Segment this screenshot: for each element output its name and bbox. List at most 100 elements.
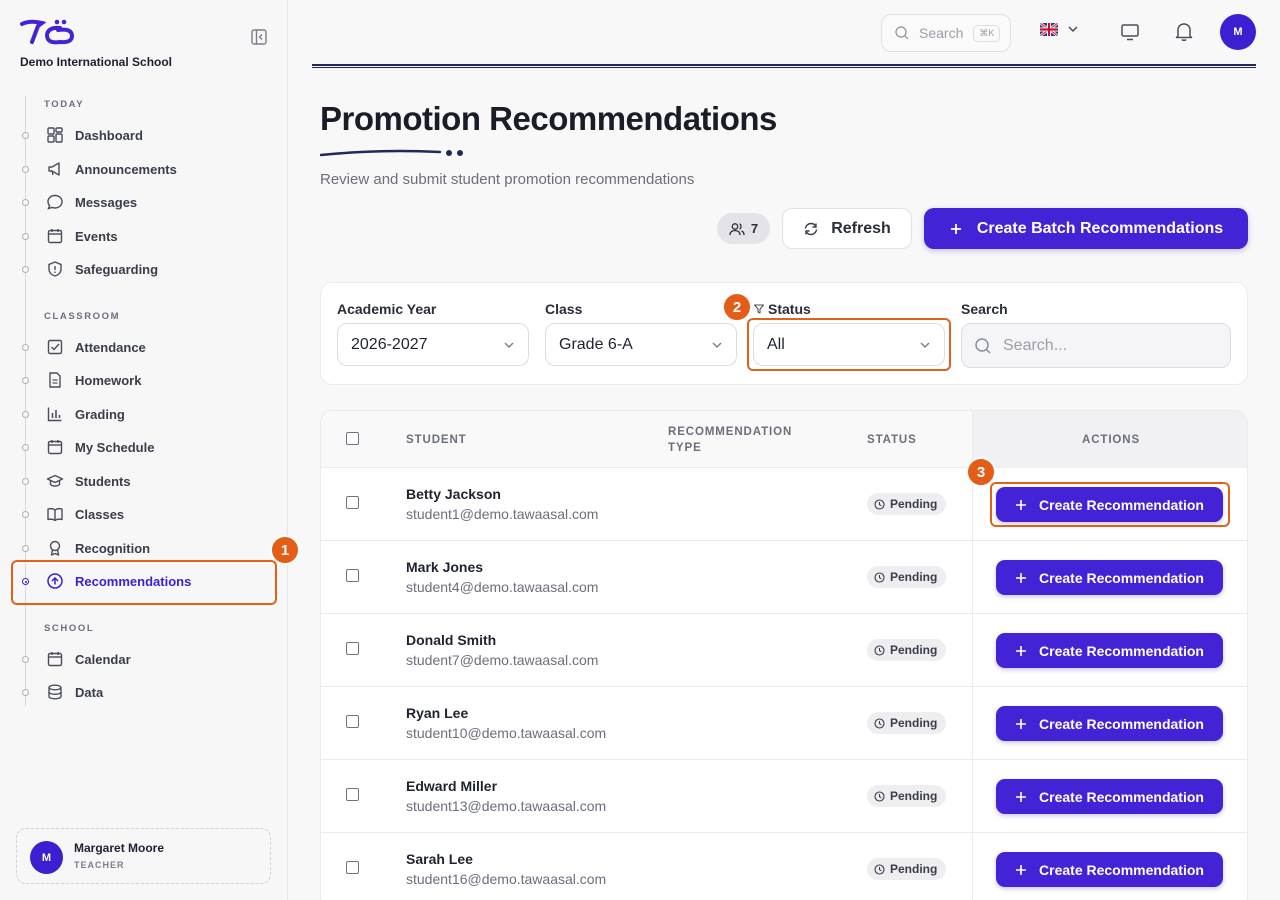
sidebar-item-recognition[interactable]: Recognition bbox=[46, 534, 150, 562]
step-badge-3: 3 bbox=[966, 457, 996, 487]
status-text: Pending bbox=[890, 643, 938, 657]
sidebar-item-label: Attendance bbox=[75, 339, 146, 355]
plus-icon bbox=[1016, 864, 1027, 875]
sidebar-item-homework[interactable]: Homework bbox=[46, 366, 141, 394]
sidebar-item-dashboard[interactable]: Dashboard bbox=[46, 121, 143, 149]
student-email: student13@demo.tawaasal.com bbox=[406, 798, 607, 814]
message-icon bbox=[47, 194, 63, 210]
create-recommendation-button[interactable]: Create Recommendation bbox=[996, 779, 1223, 814]
sidebar-item-label: Data bbox=[75, 684, 104, 700]
section-classroom: CLASSROOM bbox=[44, 311, 121, 322]
create-recommendation-button[interactable]: Create Recommendation bbox=[996, 560, 1223, 595]
table-header: STUDENT RECOMMENDATION TYPE STATUS ACTIO… bbox=[321, 411, 1247, 468]
sidebar-item-classes[interactable]: Classes bbox=[46, 500, 124, 528]
nav-dot bbox=[22, 689, 29, 696]
nav-dot bbox=[22, 444, 29, 451]
status-badge: Pending bbox=[867, 566, 947, 588]
row-checkbox[interactable] bbox=[346, 715, 359, 728]
create-recommendation-button[interactable]: Create Recommendation bbox=[996, 706, 1223, 741]
nav-dot bbox=[22, 132, 29, 139]
sidebar-item-events[interactable]: Events bbox=[46, 222, 118, 250]
plus-icon bbox=[1016, 645, 1027, 656]
status-badge: Pending bbox=[867, 493, 947, 515]
collapse-sidebar-icon[interactable] bbox=[250, 28, 268, 46]
status-value: All bbox=[767, 335, 785, 353]
sidebar-item-my-schedule[interactable]: My Schedule bbox=[46, 433, 154, 461]
row-checkbox[interactable] bbox=[346, 569, 359, 582]
status-text: Pending bbox=[890, 862, 938, 876]
nav-dot bbox=[22, 511, 29, 518]
title-underline-decoration bbox=[320, 149, 463, 157]
sidebar-item-label: Dashboard bbox=[75, 127, 143, 143]
create-recommendation-button[interactable]: Create Recommendation bbox=[996, 633, 1223, 668]
arrow-up-circle-icon bbox=[47, 573, 63, 589]
create-batch-recommendations-button[interactable]: Create Batch Recommendations bbox=[924, 208, 1248, 249]
nav-dot bbox=[22, 411, 29, 418]
recommendations-table: STUDENT RECOMMENDATION TYPE STATUS ACTIO… bbox=[320, 410, 1248, 900]
nav-dot bbox=[22, 656, 29, 663]
shield-icon bbox=[48, 261, 62, 277]
create-recommendation-label: Create Recommendation bbox=[1039, 715, 1204, 732]
nav-dot bbox=[22, 233, 29, 240]
sidebar-item-calendar[interactable]: Calendar bbox=[46, 645, 131, 673]
table-row: Edward Miller student13@demo.tawaasal.co… bbox=[321, 760, 1247, 833]
row-checkbox[interactable] bbox=[346, 861, 359, 874]
refresh-icon bbox=[805, 222, 818, 235]
nav-dot bbox=[22, 377, 29, 384]
refresh-button[interactable]: Refresh bbox=[782, 208, 912, 249]
student-search-input[interactable]: Search... bbox=[961, 323, 1231, 368]
section-school: SCHOOL bbox=[44, 623, 95, 634]
status-text: Pending bbox=[890, 497, 938, 511]
monitor-icon[interactable] bbox=[1119, 21, 1141, 43]
status-text: Pending bbox=[890, 716, 938, 730]
sidebar-item-label: Safeguarding bbox=[75, 261, 159, 277]
sidebar-item-students[interactable]: Students bbox=[46, 467, 131, 495]
table-row: Sarah Lee student16@demo.tawaasal.com Pe… bbox=[321, 833, 1247, 900]
sidebar-item-announcements[interactable]: Announcements bbox=[46, 155, 177, 183]
bell-icon[interactable] bbox=[1173, 20, 1195, 42]
refresh-label: Refresh bbox=[831, 219, 891, 237]
sidebar-item-label: Recognition bbox=[75, 540, 151, 556]
sidebar-item-grading[interactable]: Grading bbox=[46, 400, 125, 428]
status-select[interactable]: All bbox=[753, 323, 945, 366]
class-select[interactable]: Grade 6-A bbox=[545, 323, 737, 366]
sidebar-item-label: Messages bbox=[75, 194, 138, 210]
user-avatar[interactable]: M bbox=[1220, 14, 1256, 50]
user-name: Margaret Moore bbox=[74, 841, 165, 855]
row-checkbox[interactable] bbox=[346, 788, 359, 801]
school-name: Demo International School bbox=[20, 55, 173, 69]
create-recommendation-button[interactable]: Create Recommendation bbox=[996, 487, 1223, 522]
create-recommendation-button[interactable]: Create Recommendation bbox=[996, 852, 1223, 887]
sidebar-item-safeguarding[interactable]: Safeguarding bbox=[46, 255, 158, 283]
language-selector[interactable] bbox=[1040, 22, 1080, 36]
chevron-down-icon bbox=[504, 342, 514, 348]
global-search[interactable]: Search ⌘K bbox=[881, 14, 1011, 52]
row-checkbox[interactable] bbox=[346, 642, 359, 655]
plus-icon bbox=[1016, 499, 1027, 510]
sidebar-item-label: Calendar bbox=[75, 651, 131, 667]
col-status: STATUS bbox=[867, 434, 917, 446]
table-row: Betty Jackson student1@demo.tawaasal.com… bbox=[321, 468, 1247, 541]
sidebar-item-attendance[interactable]: Attendance bbox=[46, 333, 146, 361]
nav-dot bbox=[22, 199, 29, 206]
sidebar-item-data[interactable]: Data bbox=[46, 678, 103, 706]
sidebar-item-label: Classes bbox=[75, 506, 125, 522]
status-label: Status bbox=[768, 301, 811, 317]
student-name: Betty Jackson bbox=[406, 486, 501, 502]
col-recommendation-type: RECOMMENDATION TYPE bbox=[668, 424, 792, 456]
status-badge: Pending bbox=[867, 712, 947, 734]
clock-icon bbox=[874, 863, 885, 875]
select-all-checkbox[interactable] bbox=[346, 432, 359, 445]
table-row: Mark Jones student4@demo.tawaasal.com Pe… bbox=[321, 541, 1247, 614]
user-profile-card[interactable]: M Margaret Moore TEACHER bbox=[16, 828, 271, 884]
avatar: M bbox=[30, 841, 63, 874]
sidebar-item-label: Homework bbox=[75, 372, 142, 388]
sidebar-item-label: Recommendations bbox=[75, 573, 192, 589]
create-recommendation-label: Create Recommendation bbox=[1039, 569, 1204, 586]
academic-year-select[interactable]: 2026-2027 bbox=[337, 323, 529, 366]
clock-icon bbox=[874, 644, 885, 656]
nav-dot bbox=[22, 344, 29, 351]
sidebar-item-recommendations[interactable]: Recommendations bbox=[46, 567, 191, 595]
row-checkbox[interactable] bbox=[346, 496, 359, 509]
sidebar-item-messages[interactable]: Messages bbox=[46, 188, 137, 216]
